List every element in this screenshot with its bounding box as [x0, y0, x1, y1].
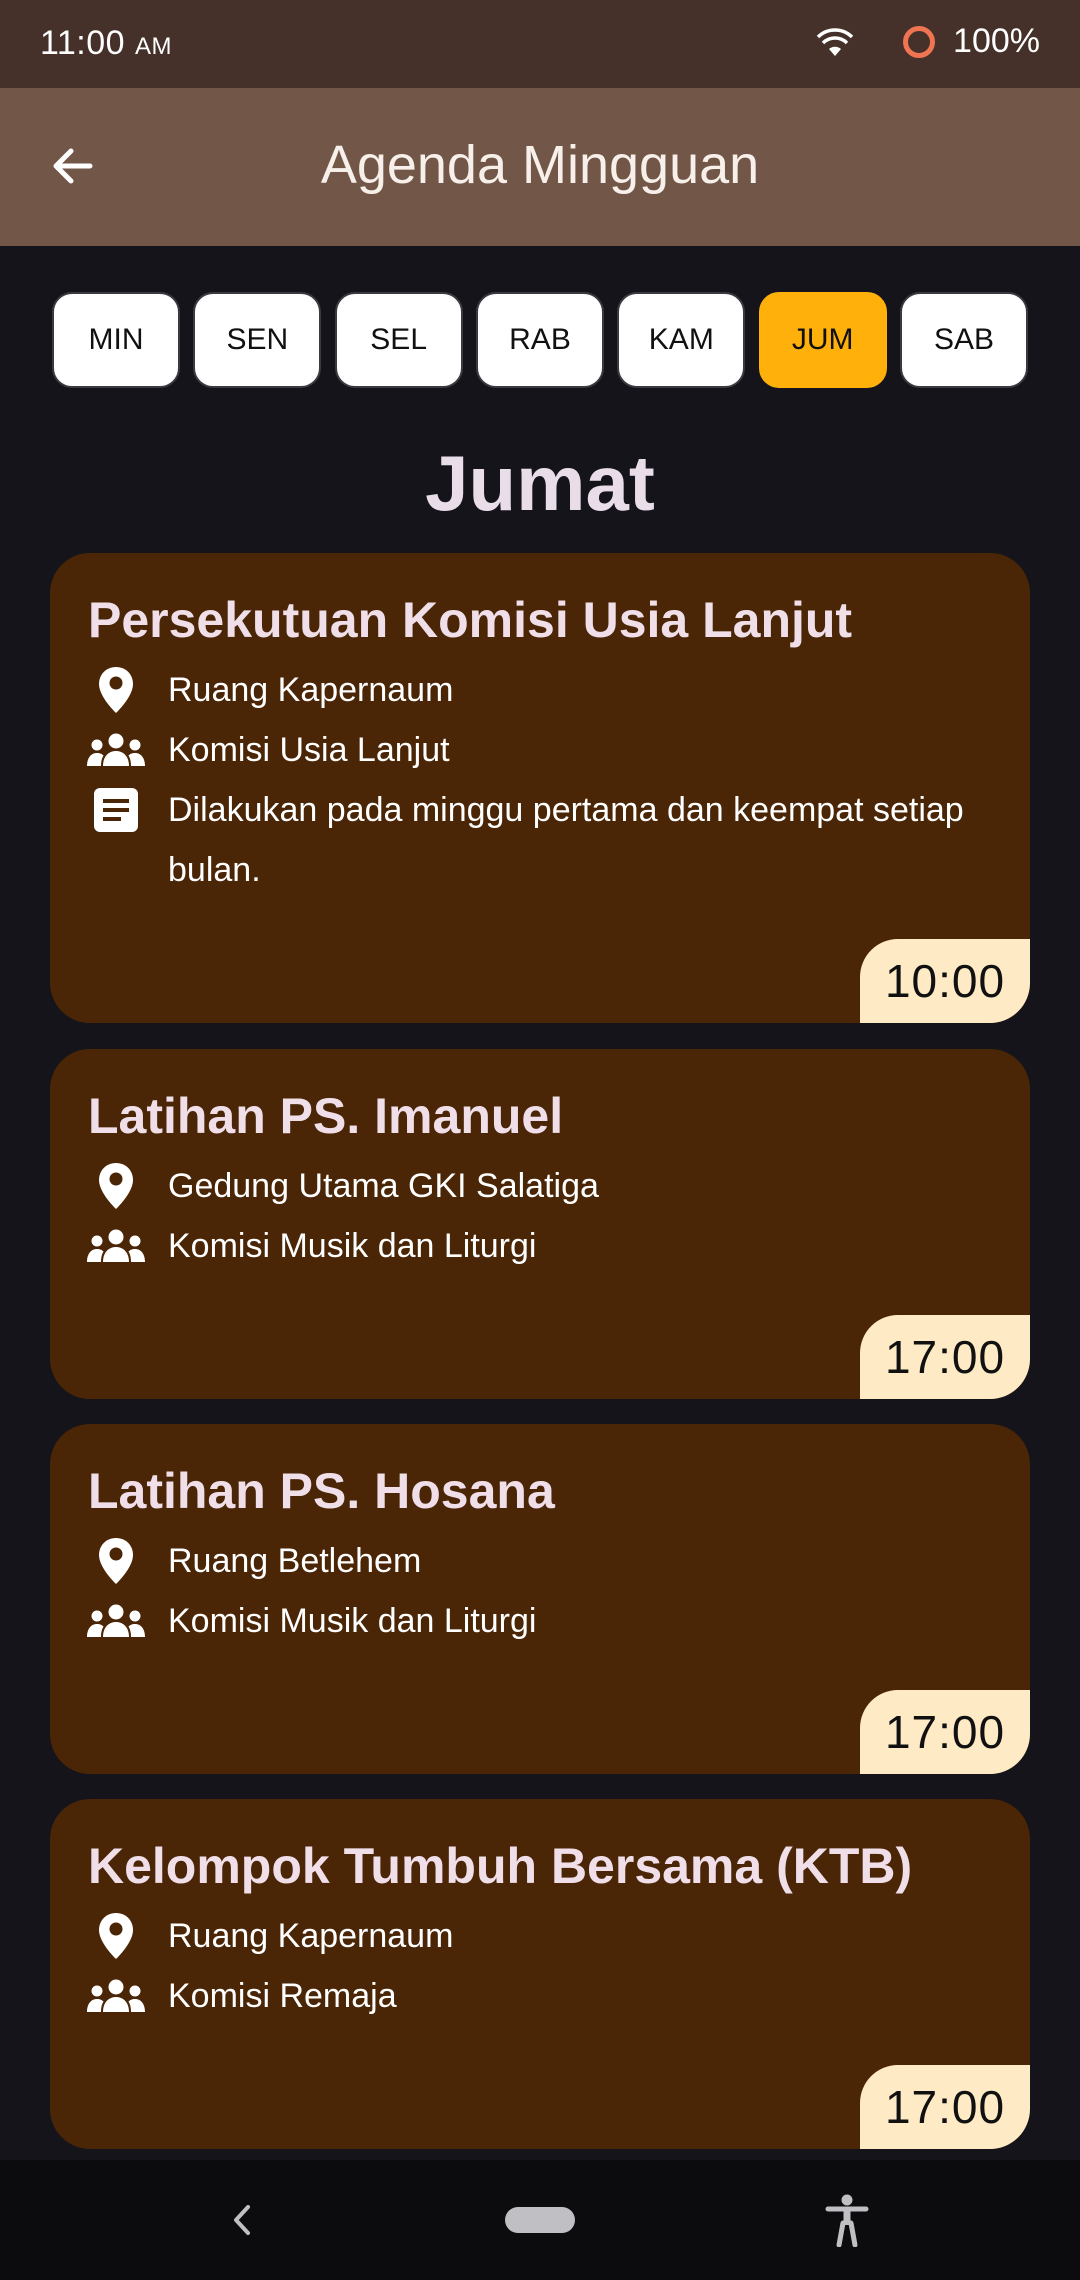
agenda-group: Komisi Musik dan Liturgi — [168, 1602, 537, 1640]
tab-sel[interactable]: SEL — [334, 292, 463, 388]
wifi-icon — [815, 26, 855, 58]
time-badge: 17:00 — [860, 2065, 1030, 2149]
agenda-location: Ruang Kapernaum — [168, 1917, 454, 1955]
accessibility-icon[interactable] — [815, 2184, 879, 2256]
day-heading: Jumat — [425, 439, 655, 527]
agenda-title: Latihan PS. Imanuel — [88, 1088, 564, 1144]
agenda-title: Latihan PS. Hosana — [88, 1463, 555, 1519]
day-selector: MIN SEN SEL RAB KAM JUM SAB — [52, 292, 1028, 388]
status-time-value: 11:00 — [40, 24, 126, 62]
agenda-note: Dilakukan pada minggu pertama dan keempa… — [168, 791, 964, 889]
people-icon — [84, 1591, 148, 1651]
agenda-card[interactable]: Kelompok Tumbuh Bersama (KTB) Ruang Kape… — [50, 1799, 1030, 2149]
agenda-group: Komisi Usia Lanjut — [168, 731, 450, 769]
agenda-card[interactable]: Persekutuan Komisi Usia Lanjut Ruang Kap… — [50, 553, 1030, 1023]
tab-jum[interactable]: JUM — [758, 292, 887, 388]
agenda-location: Ruang Kapernaum — [168, 671, 454, 709]
agenda-group-row: Komisi Musik dan Liturgi — [84, 1591, 988, 1651]
agenda-group: Komisi Remaja — [168, 1977, 397, 2015]
agenda-title: Kelompok Tumbuh Bersama (KTB) — [88, 1838, 913, 1894]
home-pill-icon[interactable] — [505, 2207, 575, 2233]
note-icon — [84, 780, 148, 840]
agenda-card[interactable]: Latihan PS. Hosana Ruang Betlehem Komisi… — [50, 1424, 1030, 1774]
agenda-note-row: Dilakukan pada minggu pertama dan keempa… — [84, 780, 988, 900]
time-badge: 17:00 — [860, 1315, 1030, 1399]
tab-kam[interactable]: KAM — [617, 292, 746, 388]
agenda-group-row: Komisi Musik dan Liturgi — [84, 1216, 988, 1276]
people-icon — [84, 1216, 148, 1276]
status-bar: 11:00 AM 100% — [0, 0, 1080, 88]
agenda-location-row: Ruang Betlehem — [84, 1531, 988, 1591]
location-pin-icon — [84, 1156, 148, 1216]
page-title: Agenda Mingguan — [320, 135, 760, 195]
tab-sen[interactable]: SEN — [193, 292, 322, 388]
location-pin-icon — [84, 1906, 148, 1966]
people-icon — [84, 720, 148, 780]
nav-back-icon[interactable] — [212, 2190, 272, 2250]
app-bar: Agenda Mingguan — [0, 88, 1080, 246]
location-pin-icon — [84, 660, 148, 720]
agenda-card[interactable]: Latihan PS. Imanuel Gedung Utama GKI Sal… — [50, 1049, 1030, 1399]
agenda-location-row: Gedung Utama GKI Salatiga — [84, 1156, 988, 1216]
tab-min[interactable]: MIN — [52, 292, 180, 388]
agenda-group: Komisi Musik dan Liturgi — [168, 1227, 537, 1265]
time-badge: 17:00 — [860, 1690, 1030, 1774]
status-time-ampm: AM — [135, 33, 173, 60]
agenda-location: Ruang Betlehem — [168, 1542, 422, 1580]
system-nav-bar — [0, 2160, 1080, 2280]
tab-sab[interactable]: SAB — [899, 292, 1028, 388]
agenda-location: Gedung Utama GKI Salatiga — [168, 1167, 599, 1205]
status-time: 11:00 AM — [40, 24, 172, 63]
time-badge: 10:00 — [860, 939, 1030, 1023]
battery-ring-icon — [903, 25, 936, 58]
battery-level: 100% — [953, 22, 1040, 60]
agenda-group-row: Komisi Usia Lanjut — [84, 720, 988, 780]
agenda-group-row: Komisi Remaja — [84, 1966, 988, 2026]
agenda-title: Persekutuan Komisi Usia Lanjut — [88, 592, 853, 648]
agenda-location-row: Ruang Kapernaum — [84, 660, 988, 720]
location-pin-icon — [84, 1531, 148, 1591]
tab-rab[interactable]: RAB — [475, 292, 604, 388]
agenda-location-row: Ruang Kapernaum — [84, 1906, 988, 1966]
status-icons: 100% — [815, 22, 1040, 61]
people-icon — [84, 1966, 148, 2026]
